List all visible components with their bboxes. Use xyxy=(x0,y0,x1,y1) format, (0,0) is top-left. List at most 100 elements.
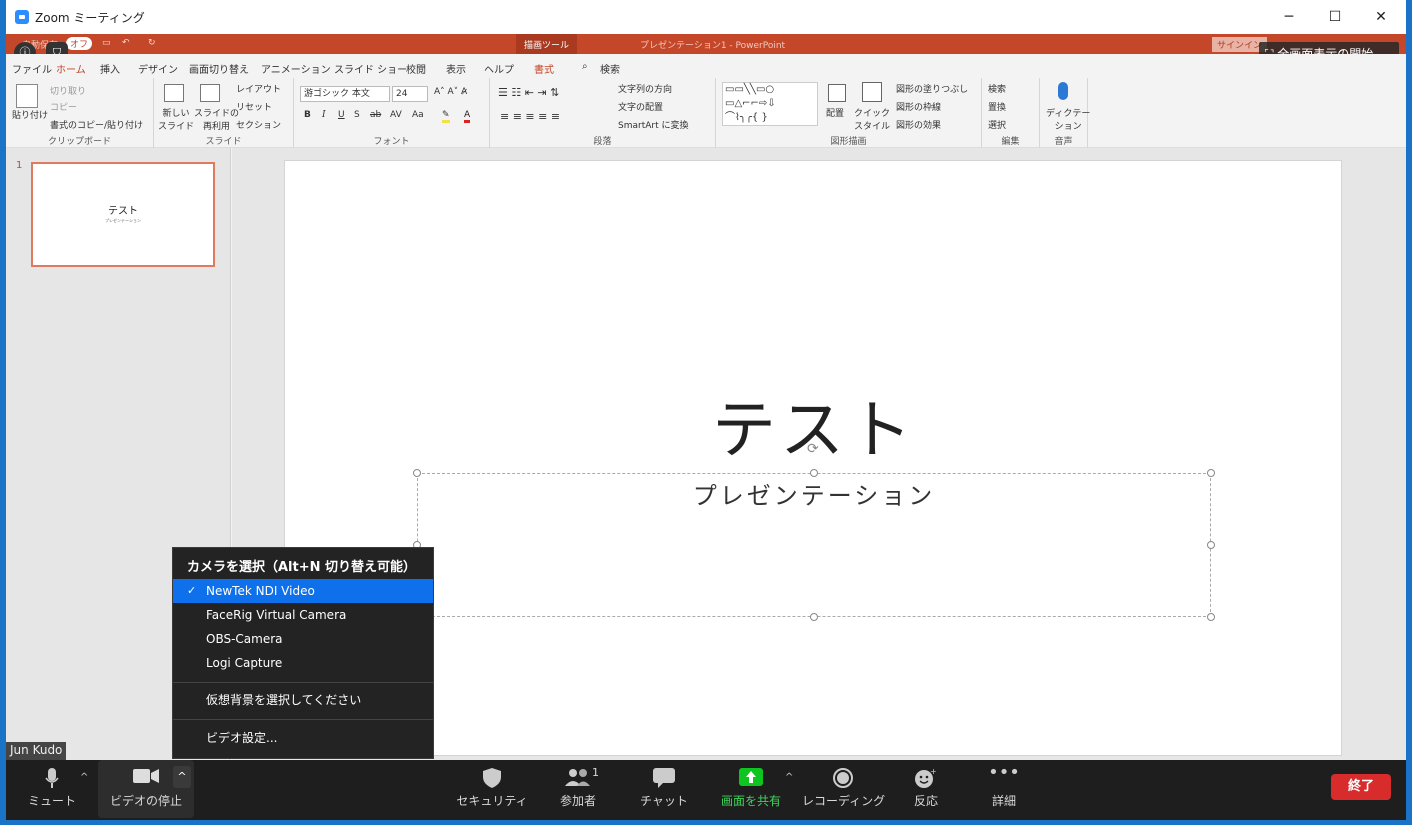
rotate-handle-icon[interactable]: ⟳ xyxy=(807,441,819,457)
replace-button[interactable]: 置換 xyxy=(988,100,1006,113)
redo-icon[interactable]: ↻ xyxy=(148,38,156,48)
font-name-select[interactable]: 游ゴシック 本文 xyxy=(300,86,390,102)
chat-button[interactable]: チャット xyxy=(634,760,694,818)
mute-label: ミュート xyxy=(27,794,76,808)
security-button[interactable]: セキュリティ xyxy=(456,760,528,818)
quick-styles-icon[interactable] xyxy=(862,82,882,102)
layout-button[interactable]: レイアウト xyxy=(236,82,281,95)
cut-button[interactable]: 切り取り xyxy=(50,84,86,97)
reuse-slide-icon[interactable] xyxy=(200,84,220,102)
camera-option-obs[interactable]: OBS-Camera xyxy=(173,627,433,651)
resize-handle[interactable] xyxy=(413,469,421,477)
camera-option-logi[interactable]: Logi Capture xyxy=(173,651,433,675)
font-color-icon[interactable]: A xyxy=(464,110,471,123)
autosave-toggle[interactable]: オフ xyxy=(66,37,93,50)
tab-slideshow[interactable]: スライド ショー xyxy=(334,61,407,76)
close-button[interactable]: ✕ xyxy=(1358,0,1404,34)
copy-button[interactable]: コピー xyxy=(50,100,77,113)
new-slide-button[interactable]: 新しい スライド xyxy=(158,106,194,132)
subtitle-placeholder[interactable]: プレゼンテーション xyxy=(417,473,1211,617)
reuse-slide-button[interactable]: スライドの 再利用 xyxy=(194,106,239,132)
reactions-button[interactable]: + 反応 xyxy=(902,760,950,818)
section-button[interactable]: セクション xyxy=(236,118,281,131)
resize-handle[interactable] xyxy=(810,613,818,621)
resize-handle[interactable] xyxy=(1207,613,1215,621)
arrange-button[interactable]: 配置 xyxy=(826,106,844,119)
more-button[interactable]: ••• 詳細 xyxy=(980,760,1028,818)
paste-icon[interactable] xyxy=(16,84,38,108)
audio-options-caret[interactable]: ^ xyxy=(80,772,88,783)
bullets-icon[interactable]: ☰ ☷ ⇤ ⇥ ⇅ xyxy=(498,86,559,99)
shape-effects-button[interactable]: 図形の効果 xyxy=(896,118,941,131)
align-text-button[interactable]: 文字の配置 xyxy=(618,100,663,113)
smartart-button[interactable]: SmartArt に変換 xyxy=(618,118,688,131)
undo-icon[interactable]: ↶ xyxy=(122,38,130,48)
slide-thumbnail[interactable]: テスト プレゼンテーション xyxy=(31,162,215,267)
tab-view[interactable]: 表示 xyxy=(446,61,466,76)
maximize-button[interactable]: ☐ xyxy=(1312,0,1358,34)
minimize-button[interactable]: ─ xyxy=(1266,0,1312,34)
mute-button[interactable]: ミュート xyxy=(14,760,90,818)
participants-label: 参加者 xyxy=(559,794,596,808)
slide[interactable]: テスト プレゼンテーション ⟳ xyxy=(284,160,1342,756)
italic-icon[interactable]: I xyxy=(322,110,326,120)
virtual-background-option[interactable]: 仮想背景を選択してください xyxy=(173,688,433,712)
search-box[interactable]: 検索 xyxy=(600,61,620,76)
reset-button[interactable]: リセット xyxy=(236,100,272,113)
camera-option-facerig[interactable]: FaceRig Virtual Camera xyxy=(173,603,433,627)
text-direction-button[interactable]: 文字列の方向 xyxy=(618,82,672,95)
editing-label: 編集 xyxy=(1001,137,1020,147)
shapes-gallery[interactable]: ▭▭╲╲▭○ ▭△⌐⌐⇨⇩ ⌒⌇╮╭{ } xyxy=(722,82,818,126)
tab-help[interactable]: ヘルプ xyxy=(484,61,514,76)
shape-fill-button[interactable]: 図形の塗りつぶし xyxy=(896,82,968,95)
find-button[interactable]: 検索 xyxy=(988,82,1006,95)
slide-subtitle[interactable]: プレゼンテーション xyxy=(418,476,1210,511)
shape-outline-button[interactable]: 図形の枠線 xyxy=(896,100,941,113)
underline-icon[interactable]: U xyxy=(338,110,345,120)
select-button[interactable]: 選択 xyxy=(988,118,1006,131)
spacing-icon[interactable]: AV xyxy=(390,110,402,120)
participants-button[interactable]: 1 参加者 xyxy=(546,760,610,818)
format-painter-button[interactable]: 書式のコピー/貼り付け xyxy=(50,118,143,131)
shadow-icon[interactable]: S xyxy=(354,110,360,120)
video-settings-option[interactable]: ビデオ設定... xyxy=(173,726,433,750)
align-icons[interactable]: ≡ ≡ ≡ ≡ ≡ xyxy=(500,110,560,123)
end-meeting-button[interactable]: 終了 xyxy=(1331,774,1391,800)
dictate-button[interactable]: ディクテー ション xyxy=(1046,106,1090,132)
resize-handle[interactable] xyxy=(1207,541,1215,549)
tab-insert[interactable]: 挿入 xyxy=(100,61,120,76)
share-arrow-icon xyxy=(739,768,763,789)
share-options-caret[interactable]: ^ xyxy=(785,772,793,783)
case-icon[interactable]: Aa xyxy=(412,110,424,120)
slides-label: スライド xyxy=(205,137,242,147)
quick-styles-button[interactable]: クイック スタイル xyxy=(854,106,890,132)
paste-button[interactable]: 貼り付け xyxy=(12,108,48,121)
dictate-icon[interactable] xyxy=(1058,82,1068,100)
font-size-select[interactable]: 24 xyxy=(392,86,428,102)
share-screen-button[interactable]: 画面を共有 xyxy=(714,760,788,818)
tab-review[interactable]: 校閲 xyxy=(406,61,426,76)
strikethrough-icon[interactable]: ab xyxy=(370,110,381,120)
highlight-icon[interactable]: ✎ xyxy=(442,110,450,123)
drawing-label: 図形描画 xyxy=(830,137,867,147)
resize-handle[interactable] xyxy=(810,469,818,477)
participant-name-tag: Jun Kudo xyxy=(6,742,67,760)
microphone-icon xyxy=(45,768,59,793)
menu-divider xyxy=(173,719,433,720)
tab-file[interactable]: ファイル xyxy=(12,61,52,76)
grow-font-icon[interactable]: A˄ A˅ A̷ xyxy=(434,87,467,97)
tab-design[interactable]: デザイン xyxy=(138,61,178,76)
tab-format[interactable]: 書式 xyxy=(534,61,554,76)
resize-handle[interactable] xyxy=(1207,469,1215,477)
new-slide-icon[interactable] xyxy=(164,84,184,102)
tab-transitions[interactable]: 画面切り替え xyxy=(189,61,249,76)
tab-animations[interactable]: アニメーション xyxy=(261,61,331,76)
video-options-caret[interactable]: ^ xyxy=(173,766,191,788)
camera-option-newtek[interactable]: ✓ NewTek NDI Video xyxy=(173,579,433,603)
ribbon-tabs: ファイル ホーム 挿入 デザイン 画面切り替え アニメーション スライド ショー… xyxy=(6,54,1406,80)
save-icon[interactable]: ▭ xyxy=(102,38,111,48)
bold-icon[interactable]: B xyxy=(304,110,311,120)
arrange-icon[interactable] xyxy=(828,84,846,102)
slide-title[interactable]: テスト xyxy=(285,379,1343,471)
record-button[interactable]: レコーディング xyxy=(802,760,885,818)
